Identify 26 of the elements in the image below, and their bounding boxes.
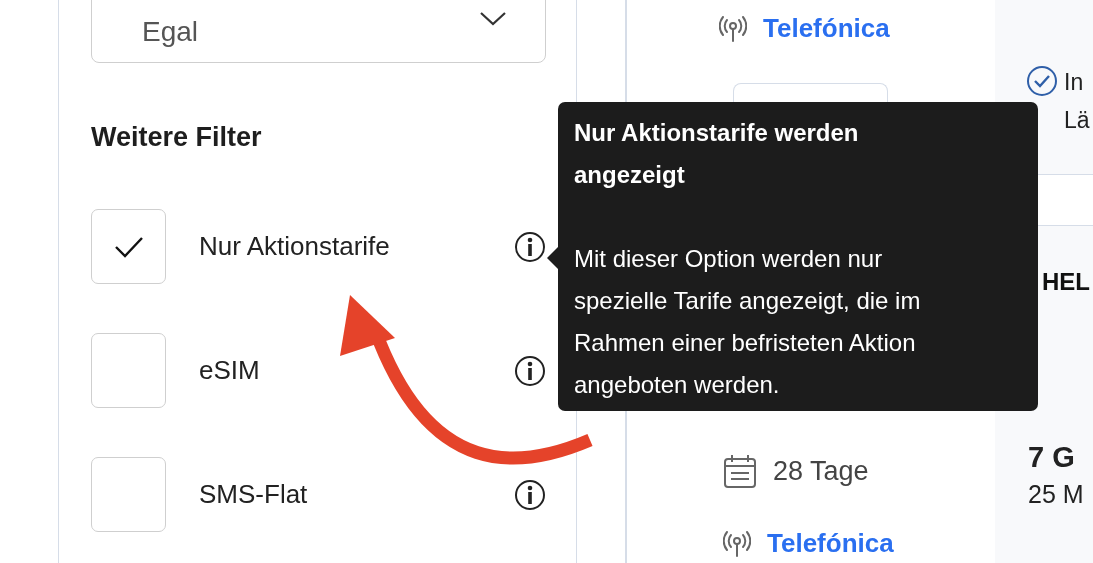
checkbox[interactable] bbox=[91, 457, 166, 532]
info-icon bbox=[514, 478, 546, 511]
info-icon bbox=[514, 354, 546, 387]
antenna-icon bbox=[723, 529, 751, 557]
section-heading: Weitere Filter bbox=[91, 121, 263, 154]
feature-text: In bbox=[1064, 68, 1085, 97]
duration-text: 28 Tage bbox=[773, 455, 869, 487]
checkbox[interactable] bbox=[91, 333, 166, 408]
antenna-icon bbox=[719, 14, 747, 42]
chevron-icon bbox=[479, 11, 507, 26]
tooltip-text: Mit dieser Option werden nur spezielle Tarife angezeigt, die im Rahmen einer befristeten Aktion angeboten werden. bbox=[574, 244, 922, 400]
feature-text: Lä bbox=[1064, 106, 1090, 135]
select-field[interactable]: Egal bbox=[91, 0, 546, 63]
network-name: Telefónica bbox=[763, 12, 890, 44]
info-icon bbox=[514, 230, 546, 263]
checkbox[interactable] bbox=[91, 209, 166, 284]
filter-label: SMS-Flat bbox=[199, 479, 309, 510]
minutes-text: 25 M bbox=[1028, 480, 1085, 509]
filter-label: eSIM bbox=[199, 355, 261, 386]
data-volume: 7 G bbox=[1028, 441, 1076, 474]
check-circle-icon bbox=[1026, 65, 1058, 97]
calendar-icon bbox=[723, 453, 757, 489]
network-name: Telefónica bbox=[767, 527, 894, 559]
filter-label: Nur Aktionstarife bbox=[199, 231, 391, 262]
tooltip-title: Nur Aktionstarife werden angezeigt bbox=[574, 118, 860, 190]
tariff-title: HEL bbox=[1041, 268, 1091, 296]
